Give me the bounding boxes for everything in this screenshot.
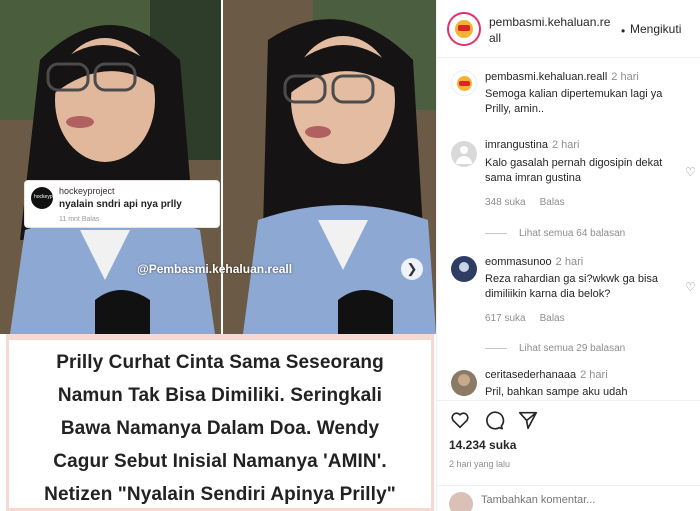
quoted-comment-avatar: hockeyproject [31,187,65,209]
comment-avatar[interactable] [451,141,477,167]
share-icon[interactable] [517,409,539,431]
comment-text: Reza rahardian ga si?wkwk ga bisa dimili… [485,273,659,300]
comment-likes[interactable]: 617 suka [485,313,526,324]
caption-line: Bawa Namanya Dalam Doa. Wendy [60,418,380,439]
comment-username[interactable]: imrangustina [485,139,548,151]
post-media[interactable]: hockeyproject hockeyproject nyalain sndr… [0,0,436,511]
comment-username[interactable]: pembasmi.kehaluan.reall [485,71,607,83]
account-avatar[interactable] [447,12,481,46]
heart-icon[interactable]: ♡ [685,165,696,179]
comment-avatar[interactable] [451,256,477,282]
post-header: pembasmi.kehaluan.re all • Mengikuti [437,0,700,58]
reply-button[interactable]: Balas [540,313,565,324]
comment-header: imrangustina 2 hari [485,139,580,151]
view-replies-link[interactable]: Lihat semua 64 balasan [485,228,625,239]
photo-left-image [0,0,221,334]
caption-line: Namun Tak Bisa Dimiliki. Seringkali [57,385,383,406]
comment-avatar[interactable] [451,70,477,96]
caption-line: Prilly Curhat Cinta Sama Seseorang [56,352,384,373]
comment-header: pembasmi.kehaluan.reall 2 hari [485,71,639,83]
comment-input[interactable] [481,494,691,506]
comment-time: 2 hari [580,369,608,381]
caption-box: Prilly Curhat Cinta Sama Seseorang Namun… [6,334,434,511]
comment-username[interactable]: ceritasederhanaaa [485,369,576,381]
comment-text: Kalo gasalah pernah digosipin dekat sama… [485,157,663,184]
comment-text: Pril, bahkan sampe aku udah [485,386,628,398]
comments-panel: pembasmi.kehaluan.re all • Mengikuti pem… [436,0,700,511]
comment-meta: 348 suka Balas [485,197,565,208]
comment-avatar[interactable] [451,370,477,396]
photo-left [0,0,221,334]
quoted-comment-card: hockeyproject hockeyproject nyalain sndr… [24,180,220,228]
next-slide-button[interactable]: ❯ [401,258,423,280]
caption-line: Cagur Sebut Inisial Namanya 'AMIN'. [53,451,387,472]
caption-line: Netizen "Nyalain Sendiri Apinya Prilly" [44,484,396,505]
comment-time: 2 hari [555,256,584,268]
following-button[interactable]: Mengikuti [630,22,681,36]
separator-dot: • [621,24,626,38]
quoted-comment-meta: 11 mnt Balas [59,216,100,223]
post-timestamp: 2 hari yang lalu [449,459,511,469]
comment-time: 2 hari [551,139,580,151]
photo-right-image [223,0,436,334]
post-actions: 14.234 suka 2 hari yang lalu [437,400,700,511]
reply-button[interactable]: Balas [540,197,565,208]
chevron-right-icon: ❯ [406,261,418,276]
comment-meta: 617 suka Balas [485,313,565,324]
comment-header: ceritasederhanaaa 2 hari [485,369,608,381]
watermark: @Pembasmi.kehaluan.reall [137,262,293,276]
comment-text: Semoga kalian dipertemukan lagi ya Prill… [485,88,663,115]
comment-composer [437,485,700,511]
account-username[interactable]: pembasmi.kehaluan.re all [489,14,619,46]
heart-icon[interactable] [449,409,471,431]
heart-icon[interactable]: ♡ [685,280,696,294]
comment-likes[interactable]: 348 suka [485,197,526,208]
photo-right [223,0,436,334]
like-count[interactable]: 14.234 suka [449,438,516,452]
comment-username[interactable]: eommasunoo [485,256,552,268]
view-replies-link[interactable]: Lihat semua 29 balasan [485,343,625,354]
comment-time: 2 hari [611,71,639,83]
comment-list[interactable]: pembasmi.kehaluan.reall 2 hari Semoga kal… [437,58,700,400]
current-user-avatar [449,492,473,511]
quoted-comment-username: hockeyproject [59,186,115,196]
comment-icon[interactable] [483,409,505,431]
comment-header: eommasunoo 2 hari [485,256,583,268]
quoted-comment-text: nyalain sndri api nya prlly [59,199,182,210]
